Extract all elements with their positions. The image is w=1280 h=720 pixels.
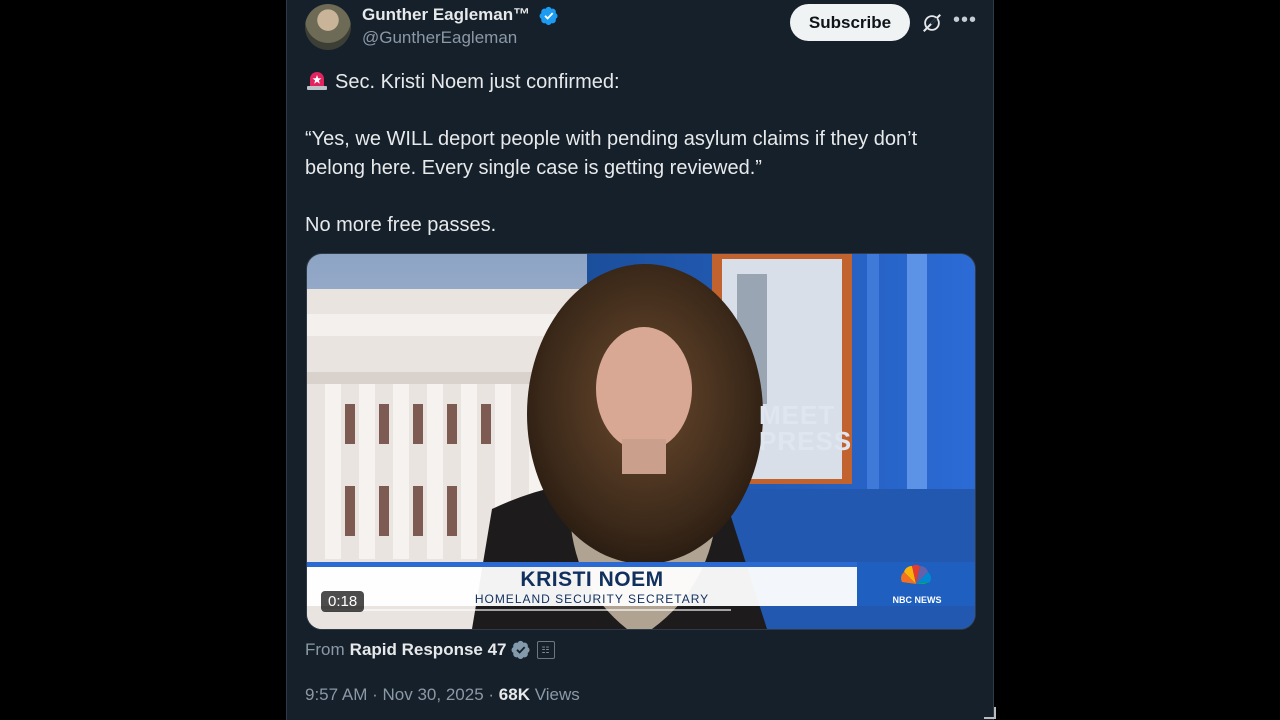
lower-third-name: KRISTI NOEM bbox=[520, 568, 664, 591]
video-progress-bar[interactable] bbox=[321, 609, 731, 611]
video-player[interactable]: MEET PRESS KRISTI NOEM HOMELAND SECURITY… bbox=[306, 253, 976, 630]
tweet-metadata: 9:57 AM · Nov 30, 2025 · 68K Views bbox=[305, 685, 580, 705]
affiliate-badge-icon[interactable]: ☷ bbox=[536, 641, 555, 659]
tweet-time[interactable]: 9:57 AM bbox=[305, 685, 367, 704]
avatar[interactable] bbox=[305, 4, 351, 50]
verified-badge-icon bbox=[539, 6, 558, 25]
lower-third-title: HOMELAND SECURITY SECRETARY bbox=[474, 592, 710, 606]
tweet-quote: “Yes, we WILL deport people with pending… bbox=[305, 128, 918, 179]
grok-icon[interactable] bbox=[921, 12, 943, 34]
gray-verified-badge-icon bbox=[511, 640, 530, 659]
backdrop-text-2: PRESS bbox=[759, 426, 853, 456]
views-label: Views bbox=[534, 685, 580, 704]
backdrop-text-1: MEET bbox=[759, 400, 836, 430]
tweet-body: Sec. Kristi Noem just confirmed: “Yes, w… bbox=[305, 68, 965, 239]
author-handle[interactable]: @GuntherEagleman bbox=[362, 28, 517, 48]
author-display-name[interactable]: Gunther Eagleman™ bbox=[362, 5, 530, 25]
source-account-link[interactable]: Rapid Response 47 bbox=[350, 640, 507, 660]
more-options-icon[interactable]: ••• bbox=[953, 10, 976, 34]
resize-handle-icon[interactable] bbox=[984, 707, 996, 719]
tweet-line-1-text: Sec. Kristi Noem just confirmed: bbox=[335, 71, 620, 93]
source-attribution: From Rapid Response 47 ☷ bbox=[305, 640, 555, 660]
meta-separator: · bbox=[488, 685, 495, 704]
backdrop-logo-text: MEET PRESS bbox=[759, 402, 852, 454]
subscribe-button[interactable]: Subscribe bbox=[790, 4, 910, 41]
network-logo: NBC NEWS bbox=[892, 595, 942, 605]
source-prefix: From bbox=[305, 640, 345, 659]
tweet-closing: No more free passes. bbox=[305, 213, 497, 236]
tweet-date[interactable]: Nov 30, 2025 bbox=[383, 685, 484, 704]
meta-separator: · bbox=[372, 685, 378, 704]
tweet-card: Gunther Eagleman™ @GuntherEagleman Subsc… bbox=[286, 0, 994, 720]
tweet-line-1: Sec. Kristi Noem just confirmed: bbox=[305, 68, 965, 97]
views-count: 68K bbox=[498, 685, 530, 704]
siren-icon bbox=[307, 72, 327, 90]
video-duration-badge: 0:18 bbox=[321, 591, 365, 612]
